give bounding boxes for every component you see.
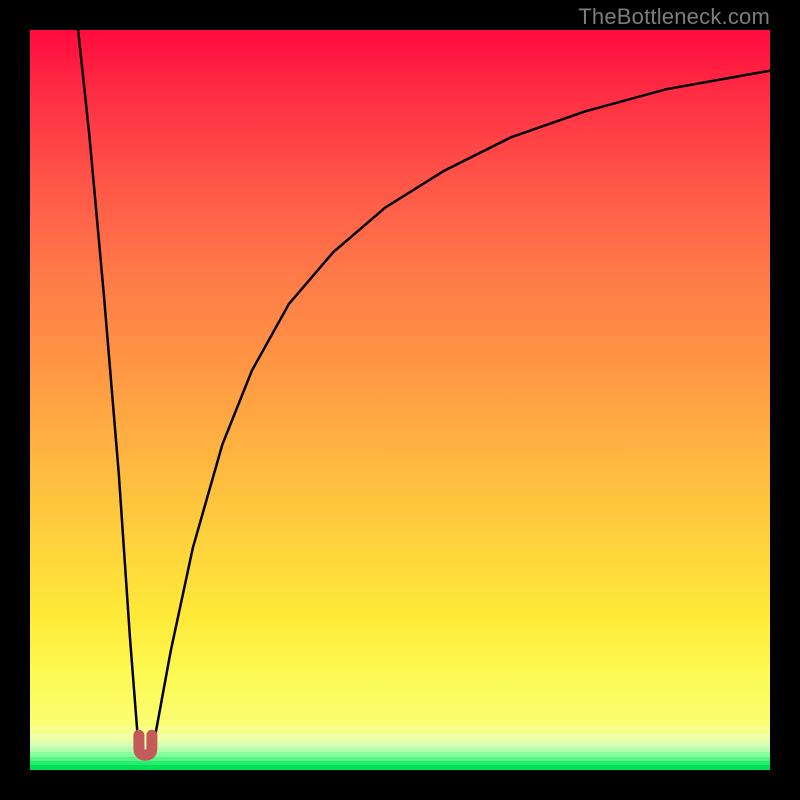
plot-area [30,30,770,770]
watermark-text: TheBottleneck.com [578,4,770,30]
minimum-marker [139,735,152,755]
curve-left-branch [78,30,138,740]
chart-svg [30,30,770,770]
curve-right-branch [154,71,770,741]
